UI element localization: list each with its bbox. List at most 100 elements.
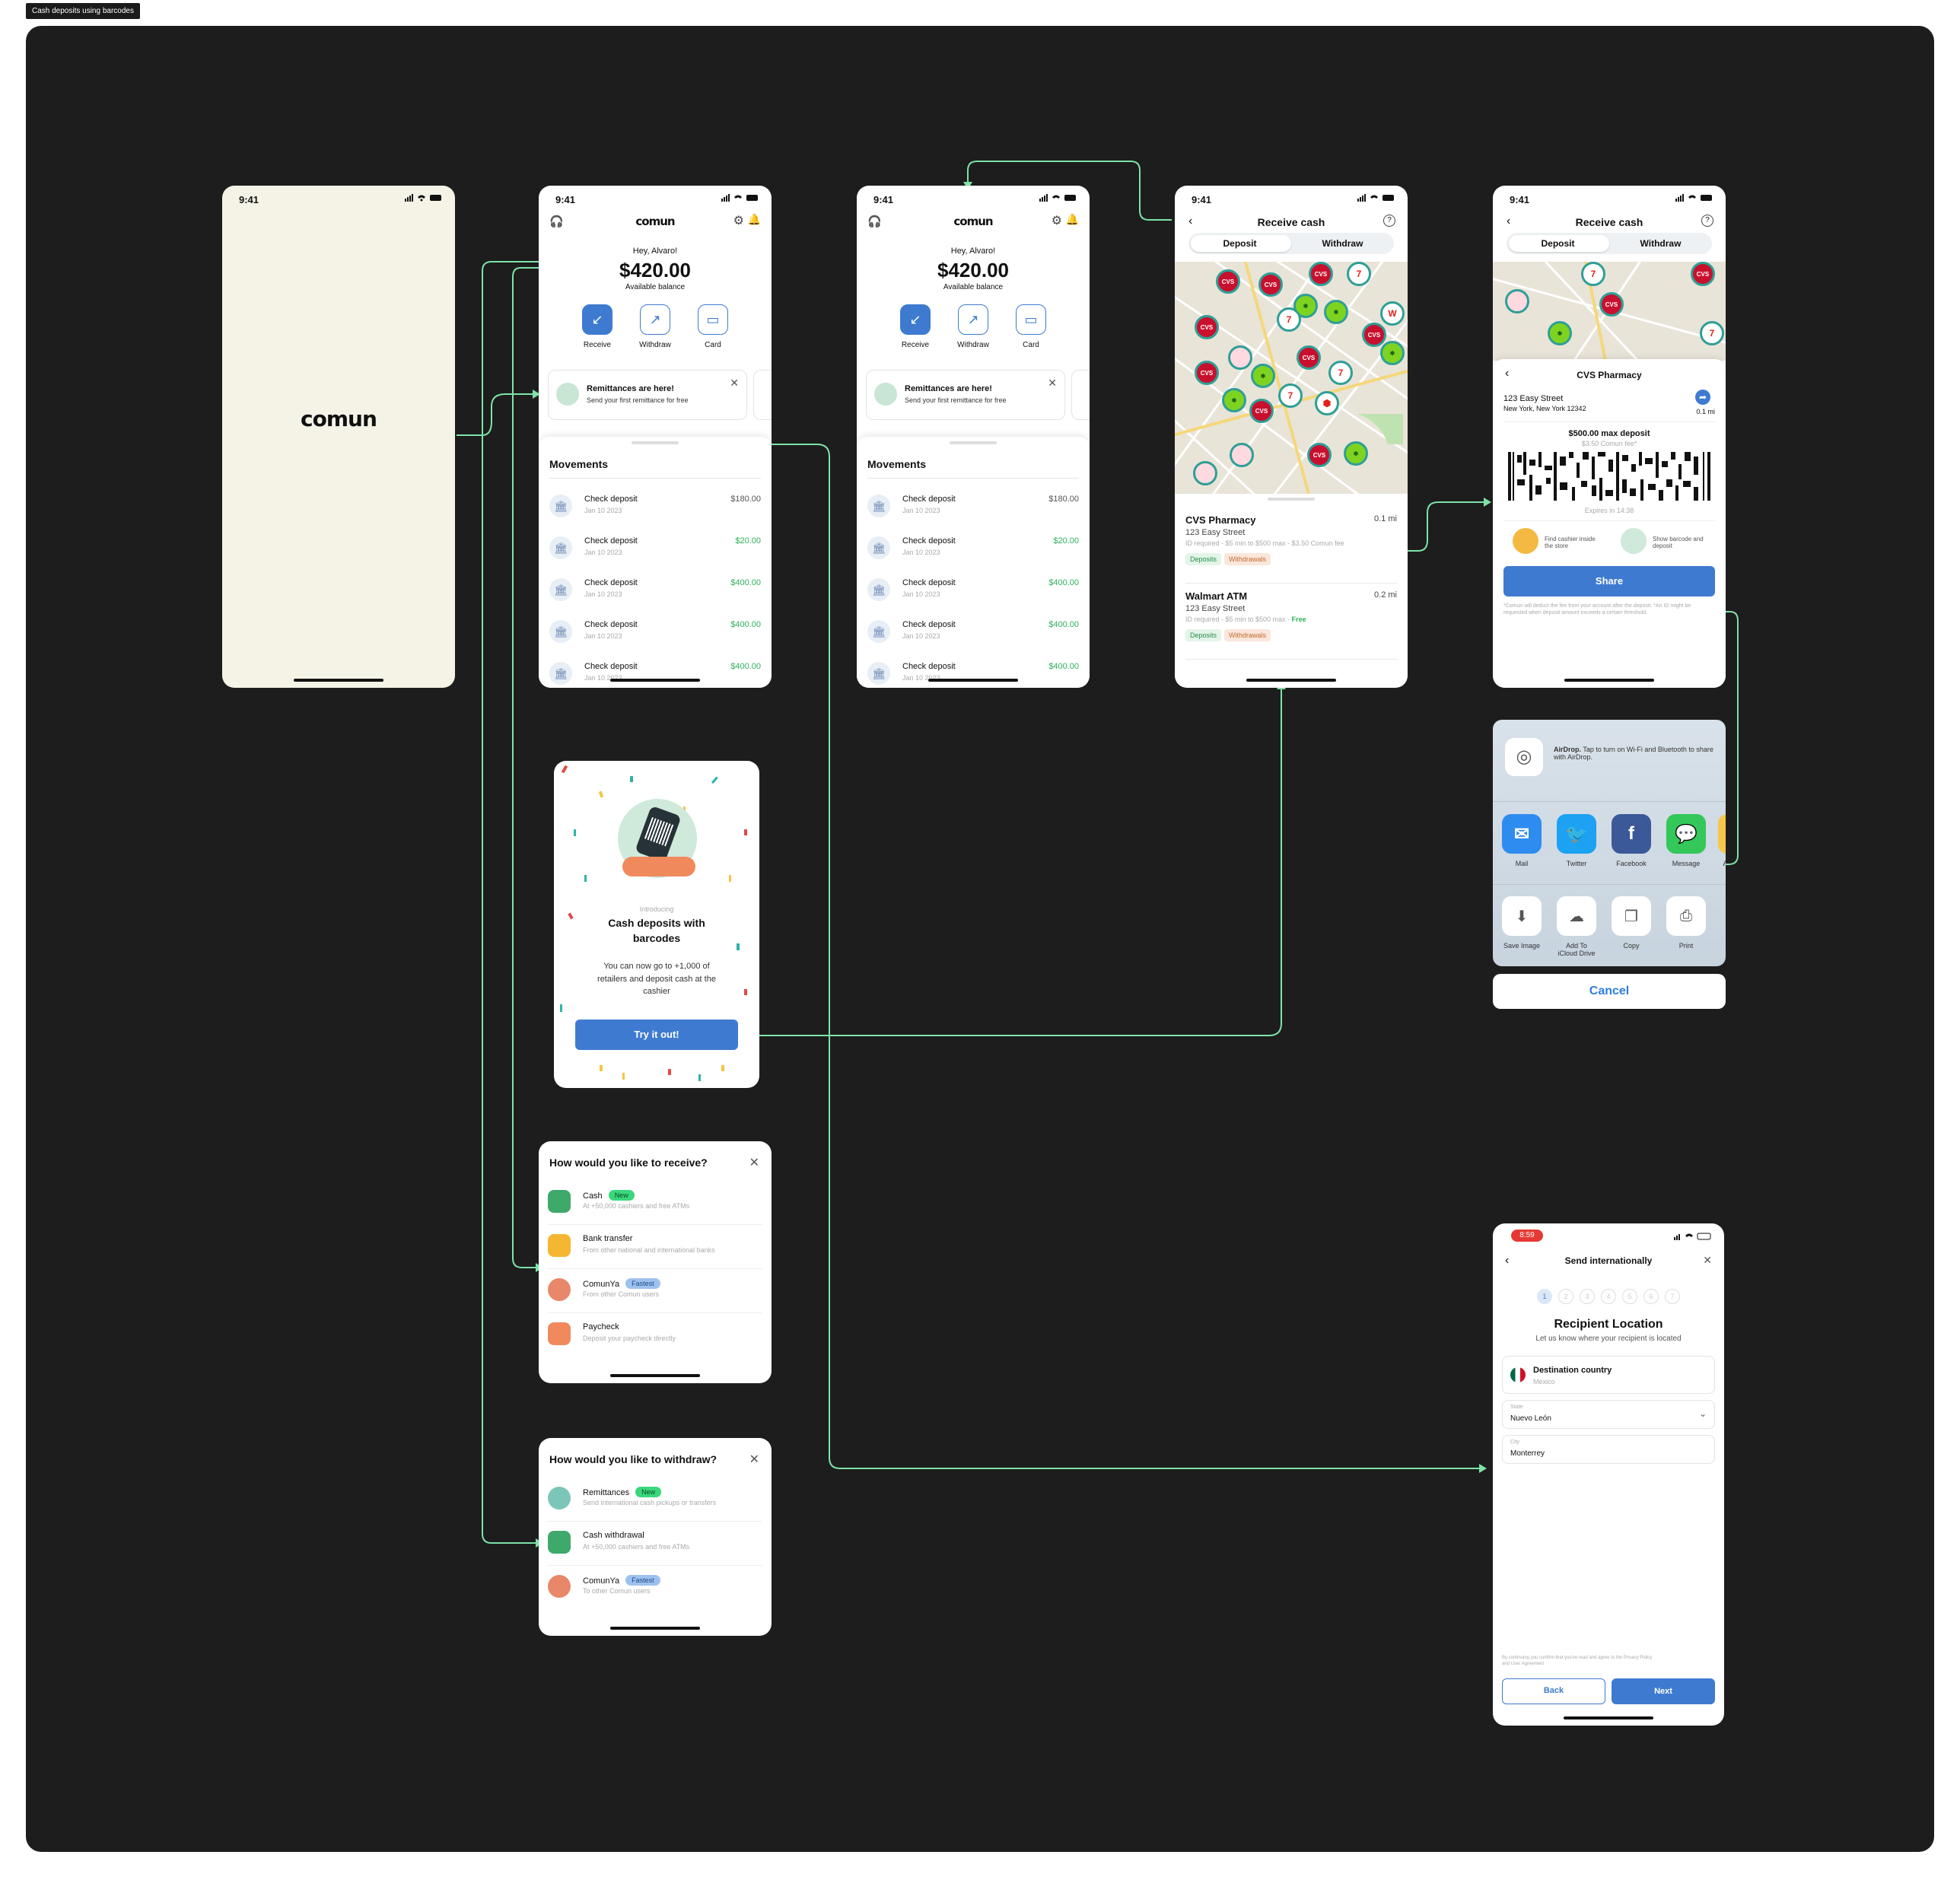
seven-eleven-map-pin[interactable]: 7	[1700, 321, 1724, 345]
share-facebook[interactable]: f Facebook	[1612, 814, 1651, 867]
back-button[interactable]: Back	[1502, 1678, 1605, 1704]
store-map[interactable]: CVS 7 CVS ✱ 7	[1493, 262, 1726, 361]
option-paycheck[interactable]: Paycheck Deposit your paycheck directly	[548, 1313, 762, 1357]
movement-row[interactable]: 🏛 Check deposit Jan 10 2023 $400.00	[549, 616, 761, 652]
movement-row[interactable]: 🏛 Check deposit Jan 10 2023 $20.00	[867, 532, 1079, 568]
seven-eleven-map-pin[interactable]: 7	[1277, 307, 1301, 332]
movement-row[interactable]: 🏛 Check deposit Jan 10 2023 $400.00	[867, 616, 1079, 652]
print-action[interactable]: ⎙ Print	[1666, 896, 1706, 950]
movement-row[interactable]: 🏛 Check deposit Jan 10 2023 $180.00	[867, 490, 1079, 527]
share-cancel-button[interactable]: Cancel	[1493, 974, 1726, 1009]
cvs-map-pin[interactable]: CVS	[1599, 292, 1624, 317]
pink-map-pin[interactable]	[1193, 461, 1217, 485]
option-remittances[interactable]: Remittances New Send international cash pi…	[548, 1478, 762, 1522]
cvs-map-pin[interactable]: CVS	[1362, 323, 1386, 347]
next-banner-peek[interactable]	[753, 370, 772, 420]
help-icon[interactable]: ?	[1701, 215, 1713, 227]
card-button[interactable]: ▭ Card	[1014, 304, 1048, 349]
next-button[interactable]: Next	[1612, 1678, 1715, 1704]
notifications-bell-icon[interactable]: 🔔	[748, 213, 761, 226]
movement-row[interactable]: 🏛 Check deposit Jan 10 2023 $400.00	[867, 574, 1079, 610]
share-button[interactable]: Share	[1503, 566, 1715, 597]
share-message[interactable]: 💬 Message	[1666, 814, 1706, 867]
withdraw-button[interactable]: ↗ Withdraw	[638, 304, 672, 349]
copy-action[interactable]: ❐ Copy	[1612, 896, 1651, 950]
sheet-grip[interactable]	[950, 441, 997, 444]
sheet-grip[interactable]	[1268, 498, 1315, 501]
location-card-walmart[interactable]: Walmart ATM 0.2 mi 123 Easy Street ID re…	[1185, 590, 1397, 663]
close-icon[interactable]: ✕	[730, 377, 739, 390]
tab-deposit[interactable]: Deposit	[1507, 238, 1609, 249]
destination-country-field[interactable]: Destination country Mexico	[1502, 1356, 1715, 1394]
try-it-out-button[interactable]: Try it out!	[575, 1020, 738, 1050]
walgreens-map-pin[interactable]: W	[1380, 301, 1405, 326]
share-more[interactable]: Ad	[1718, 814, 1726, 867]
green-map-pin[interactable]: ✱	[1324, 300, 1348, 324]
green-map-pin[interactable]: ✱	[1548, 321, 1572, 345]
sheet-grip[interactable]	[632, 441, 679, 444]
help-icon[interactable]: ?	[1383, 215, 1395, 227]
pink-map-pin[interactable]	[1230, 443, 1254, 467]
remittance-banner[interactable]: Remittances are here! Send your first rem…	[548, 370, 747, 420]
close-icon[interactable]: ✕	[1048, 377, 1057, 390]
cvs-map-pin[interactable]: CVS	[1691, 262, 1715, 286]
card-button[interactable]: ▭ Card	[696, 304, 730, 349]
seven-eleven-map-pin[interactable]: 7	[1328, 361, 1353, 385]
close-icon[interactable]: ✕	[1703, 1254, 1712, 1267]
movement-row[interactable]: 🏛 Check deposit Jan 10 2023 $400.00	[867, 657, 1079, 688]
option-bank-transfer[interactable]: Bank transfer From other national and int…	[548, 1225, 762, 1269]
city-field[interactable]: City Monterrey	[1502, 1435, 1715, 1464]
receive-button[interactable]: ↙ Receive	[581, 304, 614, 349]
settings-gear-icon[interactable]: ⚙	[1052, 213, 1062, 228]
next-banner-peek[interactable]	[1071, 370, 1090, 420]
option-cash[interactable]: Cash New At +50,000 cashiers and free ATMs	[548, 1181, 762, 1225]
receive-button[interactable]: ↙ Receive	[899, 304, 932, 349]
deposit-withdraw-toggle[interactable]: Deposit Withdraw	[1188, 233, 1394, 254]
green-map-pin[interactable]: ✱	[1251, 364, 1275, 388]
cvs-map-pin[interactable]: CVS	[1307, 443, 1332, 467]
cvs-map-pin[interactable]: CVS	[1216, 269, 1240, 294]
store-map[interactable]: CVS CVS CVS 7 ✱ ✱ 7 W CVS CVS ✱ CVS ✱ CV…	[1175, 262, 1408, 494]
movement-row[interactable]: 🏛 Check deposit Jan 10 2023 $400.00	[549, 574, 761, 610]
cvs-map-pin[interactable]: CVS	[1195, 315, 1219, 339]
movement-row[interactable]: 🏛 Check deposit Jan 10 2023 $180.00	[549, 490, 761, 527]
pink-map-pin[interactable]	[1505, 289, 1529, 313]
seven-eleven-map-pin[interactable]: 7	[1347, 262, 1371, 286]
cvs-map-pin[interactable]: CVS	[1297, 345, 1321, 370]
option-cash-withdrawal[interactable]: Cash withdrawal At +50,000 cashiers and f…	[548, 1522, 762, 1566]
cvs-map-pin[interactable]: CVS	[1249, 399, 1274, 423]
green-map-pin[interactable]: ✱	[1222, 388, 1246, 412]
remittance-banner[interactable]: Remittances are here! Send your first rem…	[866, 370, 1065, 420]
cvs-map-pin[interactable]: CVS	[1195, 361, 1219, 385]
chase-map-pin[interactable]: ⬢	[1315, 391, 1339, 415]
share-twitter[interactable]: 🐦 Twitter	[1557, 814, 1596, 867]
save-image-action[interactable]: ⬇ Save Image	[1502, 896, 1542, 950]
cvs-map-pin[interactable]: CVS	[1258, 272, 1283, 297]
airdrop-row[interactable]: ◎ AirDrop. Tap to turn on Wi-Fi and Blue…	[1493, 720, 1726, 802]
notifications-bell-icon[interactable]: 🔔	[1066, 213, 1079, 226]
close-icon[interactable]: ✕	[749, 1452, 759, 1467]
green-map-pin[interactable]: ✱	[1344, 441, 1368, 466]
movement-row[interactable]: 🏛 Check deposit Jan 10 2023 $20.00	[549, 532, 761, 568]
cvs-map-pin[interactable]: CVS	[1309, 262, 1333, 286]
settings-gear-icon[interactable]: ⚙	[733, 213, 744, 228]
directions-icon[interactable]: ➦	[1695, 390, 1710, 405]
tab-deposit[interactable]: Deposit	[1188, 238, 1291, 249]
tab-withdraw[interactable]: Withdraw	[1609, 238, 1712, 249]
withdraw-button[interactable]: ↗ Withdraw	[956, 304, 990, 349]
seven-eleven-map-pin[interactable]: 7	[1581, 262, 1605, 286]
movement-row[interactable]: 🏛 Check deposit Jan 10 2023 $400.00	[549, 657, 761, 688]
pink-map-pin[interactable]	[1228, 345, 1252, 370]
close-icon[interactable]: ✕	[749, 1155, 759, 1170]
option-comunya[interactable]: ComunYa Fastest From other Comun users	[548, 1269, 762, 1313]
share-mail[interactable]: ✉ Mail	[1502, 814, 1542, 867]
tab-withdraw[interactable]: Withdraw	[1291, 238, 1394, 249]
seven-eleven-map-pin[interactable]: 7	[1278, 383, 1303, 408]
green-map-pin[interactable]: ✱	[1380, 341, 1405, 365]
intro-title: Cash deposits with barcodes	[608, 917, 705, 944]
state-select[interactable]: State Nuevo León ⌄	[1502, 1400, 1715, 1429]
deposit-withdraw-toggle[interactable]: Deposit Withdraw	[1507, 233, 1712, 254]
add-to-icloud-action[interactable]: ☁ Add To iCloud Drive	[1557, 896, 1596, 957]
option-comunya[interactable]: ComunYa Fastest To other Comun users	[548, 1566, 762, 1610]
location-card-cvs[interactable]: CVS Pharmacy 0.1 mi 123 Easy Street ID r…	[1185, 514, 1397, 587]
